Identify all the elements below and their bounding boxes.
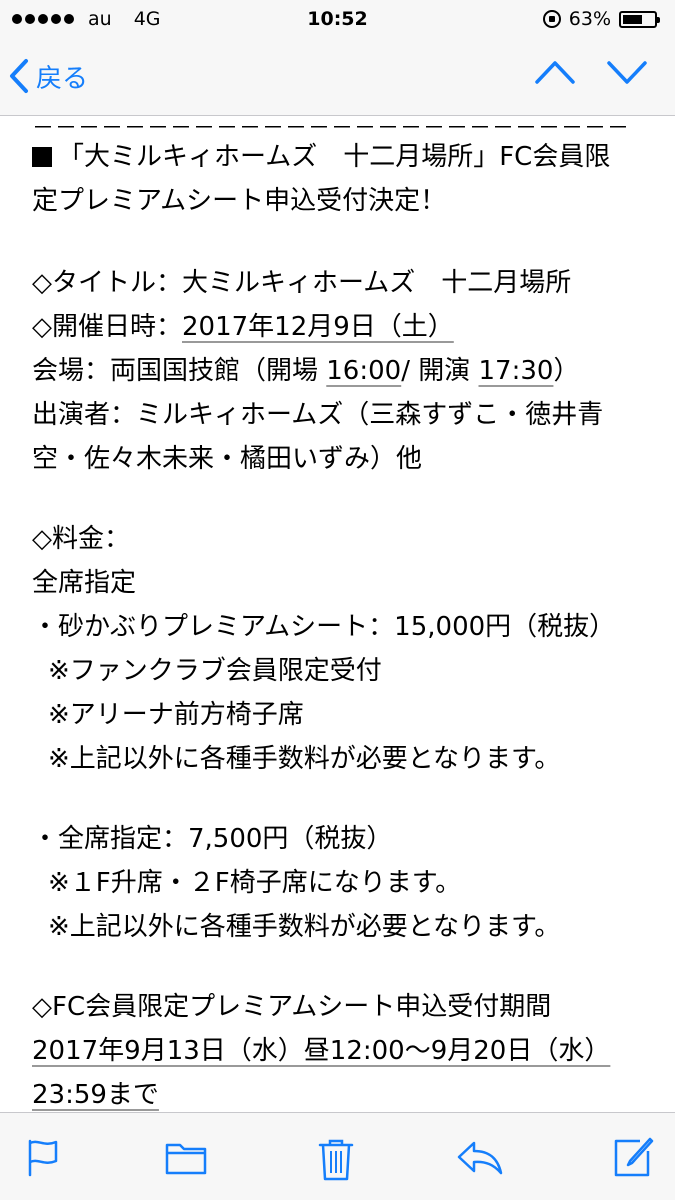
status-bar: au 4G 10:52 63% [0,0,675,40]
body-line: 出演者：ミルキィホームズ（三森すずこ・徳井青 [32,400,604,430]
battery-icon [619,10,660,28]
body-line: ◇料金： [32,524,130,554]
battery-level-fill [623,14,642,24]
back-label: 戻る [36,63,89,94]
body-line: ・全席指定：7,500円（税抜） [32,824,393,854]
body-text: 会場：両国国技館（開場 [32,356,327,386]
trash-icon [318,1139,354,1181]
body-line: ※上記以外に各種手数料が必要となります。 [48,744,561,774]
reply-button[interactable] [456,1137,504,1181]
application-deadline-link[interactable]: 23:59まで [32,1080,159,1110]
previous-message-button[interactable] [534,58,576,90]
body-line: ・砂かぶりプレミアムシート：15,000円（税抜） [32,612,616,642]
back-button[interactable]: 戻る [8,54,88,98]
reply-icon [457,1141,503,1175]
chevron-left-icon [10,59,28,93]
compose-button[interactable] [612,1137,654,1183]
chevron-down-icon [607,61,647,84]
navigation-bar: 戻る [0,40,675,116]
black-square-icon [32,147,52,167]
body-text: / 開演 [401,356,479,386]
body-line: ◇タイトル：大ミルキィホームズ 十二月場所 [32,268,572,298]
body-text: ） [553,356,580,386]
separator-line: －－－－－－－－－－－－－－－－－－－－－－－－－－ [32,116,631,141]
bottom-toolbar [0,1112,675,1200]
start-time-link[interactable]: 17:30 [479,356,554,386]
flag-icon [28,1139,58,1177]
move-to-folder-button[interactable] [164,1137,208,1181]
flag-button[interactable] [24,1137,64,1181]
body-text: 「大ミルキィホームズ 十二月場所」FC会員限 [58,142,611,172]
open-time-link[interactable]: 16:00 [326,356,401,386]
body-line: 23:59まで [32,1078,159,1112]
body-line: ※ファンクラブ会員限定受付 [48,656,382,686]
body-line: 定プレミアムシート申込受付決定！ [32,186,447,216]
body-line: ※上記以外に各種手数料が必要となります。 [48,912,561,942]
body-line: 「大ミルキィホームズ 十二月場所」FC会員限 [32,140,610,174]
next-message-button[interactable] [606,58,648,90]
body-line: ※アリーナ前方椅子席 [48,700,304,730]
compose-icon [614,1137,654,1177]
body-line: 空・佐々木未来・橘田いずみ）他 [32,444,423,474]
chevron-up-icon [535,61,575,84]
body-line: 会場：両国国技館（開場 16:00/ 開演 17:30） [32,354,579,388]
application-period-link[interactable]: 2017年9月13日（水）昼12:00～9月20日（水） [32,1036,610,1066]
body-line: ※１F升席・２F椅子席になります。 [48,868,462,898]
email-body: －－－－－－－－－－－－－－－－－－－－－－－－－－ 「大ミルキィホームズ 十二… [0,116,675,1112]
body-line: ◇開催日時：2017年12月9日（土） [32,310,454,344]
body-text: ◇開催日時： [32,312,182,342]
status-right: 63% [542,8,661,30]
orientation-lock-icon [542,10,561,28]
body-line: ◇FC会員限定プレミアムシート申込受付期間 [32,992,552,1022]
event-date-link[interactable]: 2017年12月9日（土） [182,312,454,342]
folder-icon [165,1143,207,1175]
battery-percent: 63% [568,8,611,30]
delete-button[interactable] [316,1137,356,1185]
body-line: 2017年9月13日（水）昼12:00～9月20日（水） [32,1034,610,1068]
body-line: 全席指定 [32,568,137,598]
